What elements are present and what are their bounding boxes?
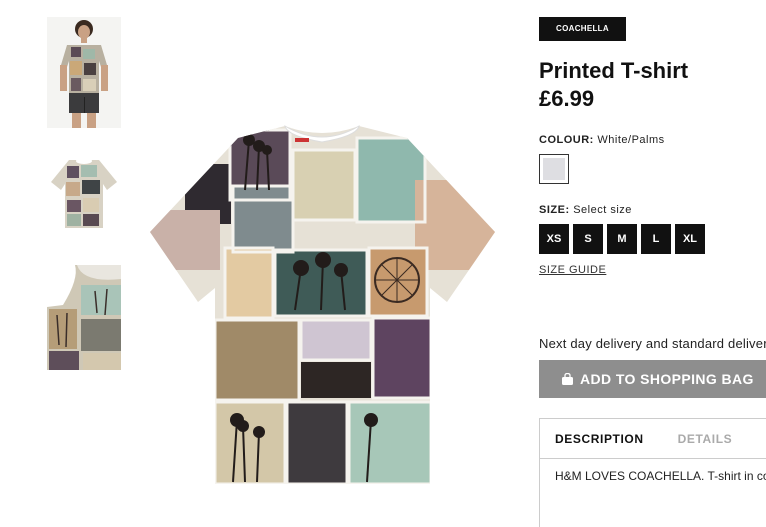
colour-row: COLOUR: White/Palms bbox=[539, 134, 665, 146]
thumbnail-model[interactable] bbox=[47, 17, 121, 128]
tab-bar: DESCRIPTION DETAILS SI bbox=[540, 419, 766, 459]
size-button-xl[interactable]: XL bbox=[675, 224, 705, 254]
size-options: XS S M L XL bbox=[539, 224, 705, 254]
tab-description[interactable]: DESCRIPTION bbox=[555, 419, 644, 458]
size-button-xs[interactable]: XS bbox=[539, 224, 569, 254]
thumbnail-detail[interactable] bbox=[47, 265, 121, 370]
colour-swatch-white-palms[interactable] bbox=[539, 154, 569, 184]
swatch-fill bbox=[543, 158, 565, 180]
add-to-bag-label: ADD TO SHOPPING BAG bbox=[580, 371, 754, 387]
colour-value: White/Palms bbox=[597, 134, 665, 146]
delivery-info: Next day delivery and standard delivery bbox=[539, 336, 766, 351]
size-row: SIZE: Select size bbox=[539, 204, 632, 216]
description-text: H&M LOVES COACHELLA. T-shirt in cotton bbox=[555, 469, 766, 483]
size-value: Select size bbox=[573, 204, 632, 216]
tab-details[interactable]: DETAILS bbox=[678, 419, 733, 458]
colour-label: COLOUR: bbox=[539, 134, 594, 146]
brand-badge: COACHELLA bbox=[539, 17, 626, 41]
size-button-m[interactable]: M bbox=[607, 224, 637, 254]
size-label: SIZE: bbox=[539, 204, 570, 216]
size-button-s[interactable]: S bbox=[573, 224, 603, 254]
size-button-l[interactable]: L bbox=[641, 224, 671, 254]
thumbnail-flat-shirt[interactable] bbox=[47, 150, 121, 235]
product-price: £6.99 bbox=[539, 86, 595, 111]
size-guide-link[interactable]: SIZE GUIDE bbox=[539, 264, 606, 276]
shopping-bag-icon bbox=[562, 373, 573, 385]
add-to-bag-button[interactable]: ADD TO SHOPPING BAG bbox=[539, 360, 766, 398]
product-title: Printed T-shirt bbox=[539, 58, 689, 83]
product-info-tabs: DESCRIPTION DETAILS SI H&M LOVES COACHEL… bbox=[539, 418, 766, 527]
main-product-image bbox=[150, 124, 495, 484]
